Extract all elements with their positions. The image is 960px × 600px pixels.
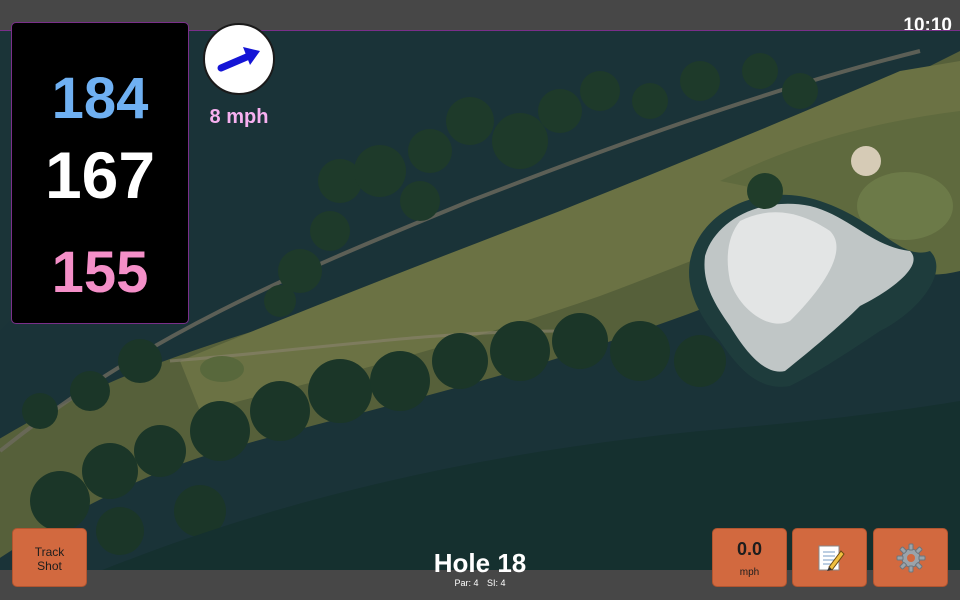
track-shot-label-line1: Track (34, 545, 65, 559)
wind-arrow-icon (217, 47, 260, 72)
back-distance: 184 (51, 66, 149, 131)
speed-button[interactable]: 0.0 mph (712, 528, 787, 587)
wind-speed: 8 mph (209, 106, 269, 128)
speed-value: 0.0 (736, 539, 763, 559)
hole-par: Par: 4 (454, 578, 479, 588)
front-distance: 155 (51, 240, 149, 305)
distance-panel: 184 167 155 (11, 22, 189, 324)
speed-unit: mph (739, 567, 760, 578)
notepad-icon (818, 545, 845, 571)
wind-indicator (203, 23, 275, 95)
hole-stroke-index: SI: 4 (487, 578, 506, 588)
settings-button[interactable] (873, 528, 948, 587)
track-shot-label-line2: Shot (37, 559, 62, 573)
hole-title: Hole 18 (433, 548, 527, 578)
notes-button[interactable] (792, 528, 867, 587)
hole-info: Par: 4 SI: 4 (380, 578, 580, 588)
gear-icon (896, 543, 925, 572)
middle-distance: 167 (44, 138, 156, 212)
track-shot-button[interactable]: Track Shot (12, 528, 87, 587)
